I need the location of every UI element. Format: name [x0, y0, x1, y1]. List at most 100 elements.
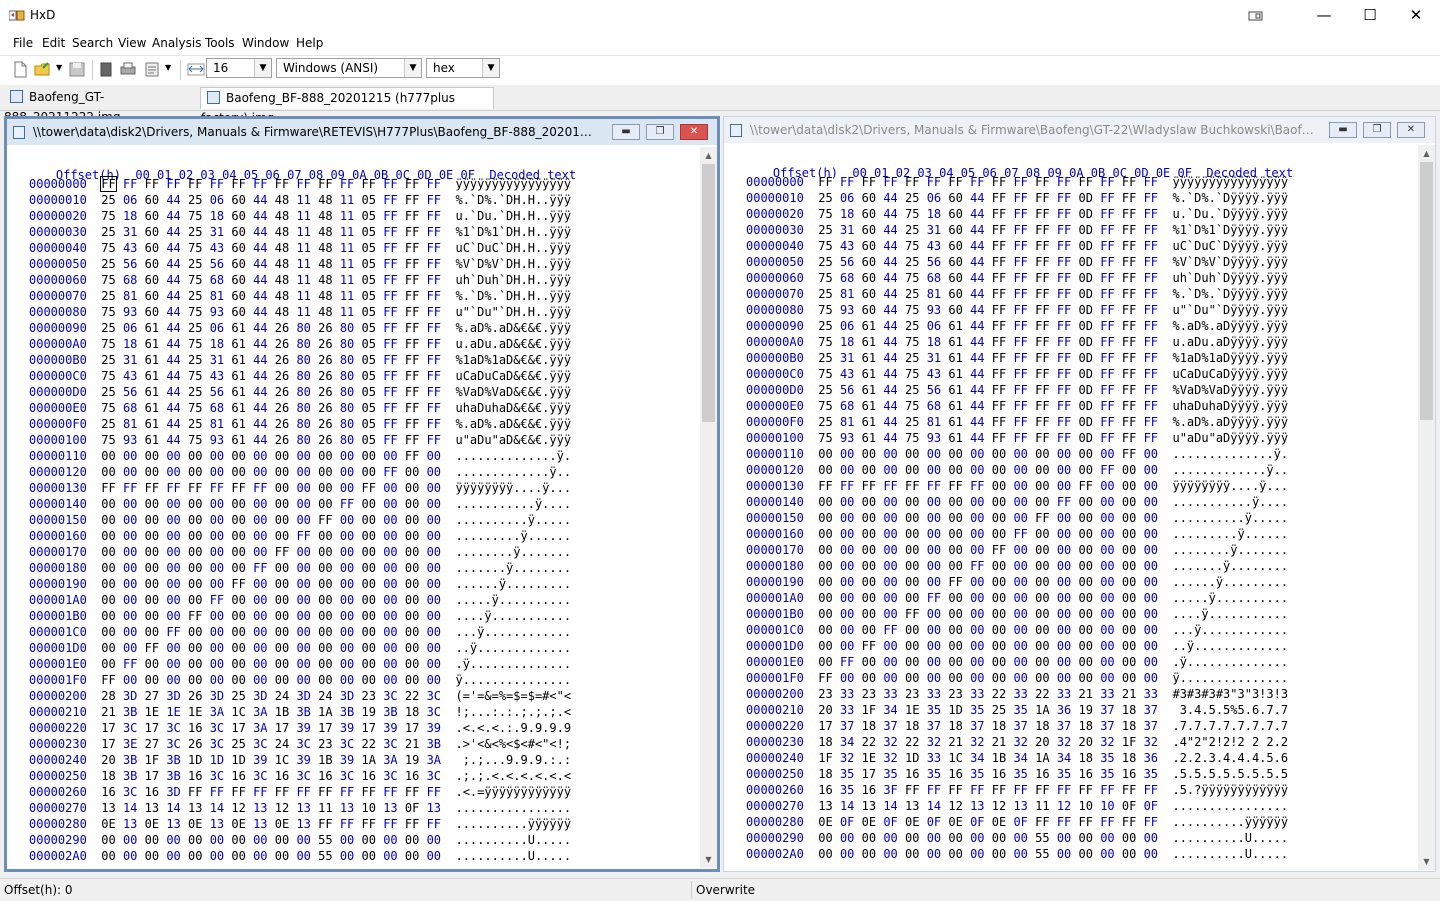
decoded-text[interactable]: .;.;.<.<.<.<.<.<: [455, 769, 571, 783]
hex-row[interactable]: 00000050 25 56 60 44 25 56 60 44 48 11 4…: [29, 256, 571, 272]
hex-byte[interactable]: 00: [166, 609, 180, 623]
hex-byte[interactable]: 93: [210, 305, 224, 319]
decoded-text[interactable]: .<.<.<.:.9.9.9.9: [455, 721, 571, 735]
hex-byte[interactable]: FF: [1144, 335, 1158, 349]
hex-byte[interactable]: 25: [101, 225, 115, 239]
hex-byte[interactable]: FF: [296, 529, 310, 543]
hex-byte[interactable]: 75: [818, 239, 832, 253]
hex-byte[interactable]: 00: [253, 577, 267, 591]
hex-byte[interactable]: 00: [145, 449, 159, 463]
hex-byte[interactable]: FF: [362, 177, 376, 191]
hex-byte[interactable]: FF: [905, 607, 919, 621]
hex-byte[interactable]: 00: [296, 481, 310, 495]
hex-row[interactable]: 000001E0 00 FF 00 00 00 00 00 00 00 00 0…: [746, 654, 1288, 670]
hex-byte[interactable]: 16: [948, 767, 962, 781]
hex-byte[interactable]: 48: [275, 241, 289, 255]
decoded-text[interactable]: ..........ÿÿÿÿÿÿ: [1172, 815, 1288, 829]
hex-byte[interactable]: 81: [123, 417, 137, 431]
decoded-text[interactable]: ................: [455, 801, 571, 815]
hex-byte[interactable]: 00: [427, 545, 441, 559]
hex-byte[interactable]: 00: [1144, 495, 1158, 509]
hex-byte[interactable]: 00: [862, 447, 876, 461]
hex-byte[interactable]: 00: [166, 465, 180, 479]
hex-byte[interactable]: 35: [1013, 703, 1027, 717]
hex-byte[interactable]: 00: [1144, 655, 1158, 669]
hex-byte[interactable]: FF: [992, 367, 1006, 381]
hex-byte[interactable]: 75: [188, 305, 202, 319]
hex-rows[interactable]: 00000000 FF FF FF FF FF FF FF FF FF FF F…: [29, 176, 571, 864]
decoded-text[interactable]: .....ÿ..........: [1172, 591, 1288, 605]
hex-byte[interactable]: 00: [340, 449, 354, 463]
hex-byte[interactable]: FF: [296, 177, 310, 191]
hex-byte[interactable]: 00: [1079, 623, 1093, 637]
hex-byte[interactable]: FF: [970, 559, 984, 573]
hex-byte[interactable]: 16: [101, 785, 115, 799]
hex-byte[interactable]: 00: [1035, 543, 1049, 557]
hex-byte[interactable]: 44: [970, 383, 984, 397]
hex-row[interactable]: 000001B0 00 00 00 00 FF 00 00 00 00 00 0…: [746, 606, 1288, 622]
hex-byte[interactable]: 00: [145, 593, 159, 607]
hex-byte[interactable]: FF: [340, 817, 354, 831]
hex-byte[interactable]: 48: [275, 209, 289, 223]
hex-byte[interactable]: FF: [1100, 303, 1114, 317]
hex-byte[interactable]: 75: [188, 273, 202, 287]
hex-byte[interactable]: 33: [1144, 687, 1158, 701]
hex-byte[interactable]: 00: [905, 671, 919, 685]
hex-byte[interactable]: 35: [927, 703, 941, 717]
hex-byte[interactable]: 44: [166, 289, 180, 303]
hex-byte[interactable]: 35: [1057, 767, 1071, 781]
hex-byte[interactable]: 00: [405, 561, 419, 575]
hex-byte[interactable]: 17: [101, 737, 115, 751]
hex-byte[interactable]: 61: [145, 417, 159, 431]
hex-byte[interactable]: 00: [340, 849, 354, 863]
hex-byte[interactable]: 00: [818, 447, 832, 461]
hex-byte[interactable]: 00: [188, 545, 202, 559]
hex-byte[interactable]: FF: [992, 175, 1006, 189]
hex-byte[interactable]: 00: [405, 545, 419, 559]
hex-byte[interactable]: 00: [123, 593, 137, 607]
pane-restore-button[interactable]: ❐: [646, 124, 674, 140]
hex-byte[interactable]: 44: [166, 337, 180, 351]
hex-byte[interactable]: 3D: [210, 689, 224, 703]
hex-byte[interactable]: 00: [188, 529, 202, 543]
hex-byte[interactable]: 33: [840, 687, 854, 701]
hex-byte[interactable]: FF: [1100, 175, 1114, 189]
hex-row[interactable]: 00000150 00 00 00 00 00 00 00 00 00 00 F…: [746, 510, 1288, 526]
hex-byte[interactable]: FF: [1057, 175, 1071, 189]
hex-byte[interactable]: 00: [1035, 559, 1049, 573]
hex-byte[interactable]: 44: [253, 257, 267, 271]
hex-byte[interactable]: 00: [145, 577, 159, 591]
hex-byte[interactable]: 3C: [253, 737, 267, 751]
hex-byte[interactable]: 44: [970, 287, 984, 301]
hex-byte[interactable]: 25: [188, 353, 202, 367]
pane-minimize-button[interactable]: ▬: [612, 124, 640, 140]
hex-byte[interactable]: 23: [318, 737, 332, 751]
hex-byte[interactable]: 44: [883, 287, 897, 301]
hex-byte[interactable]: FF: [383, 305, 397, 319]
hex-byte[interactable]: 00: [1013, 543, 1027, 557]
hex-byte[interactable]: 0D: [1079, 223, 1093, 237]
hex-byte[interactable]: 20: [818, 703, 832, 717]
hex-byte[interactable]: FF: [1057, 255, 1071, 269]
decoded-text[interactable]: u.aDu.aDÿÿÿÿ.ÿÿÿ: [1172, 335, 1288, 349]
hex-byte[interactable]: 00: [840, 511, 854, 525]
hex-byte[interactable]: 00: [318, 657, 332, 671]
hex-byte[interactable]: 00: [253, 833, 267, 847]
hex-byte[interactable]: 00: [883, 543, 897, 557]
hex-byte[interactable]: 61: [948, 367, 962, 381]
hex-byte[interactable]: 00: [905, 543, 919, 557]
hex-byte[interactable]: 68: [123, 273, 137, 287]
hex-byte[interactable]: 61: [948, 383, 962, 397]
hex-byte[interactable]: FF: [992, 191, 1006, 205]
hex-byte[interactable]: 43: [840, 367, 854, 381]
hex-byte[interactable]: 60: [862, 223, 876, 237]
hex-byte[interactable]: FF: [383, 401, 397, 415]
hex-byte[interactable]: 00: [1057, 655, 1071, 669]
hex-byte[interactable]: 00: [318, 481, 332, 495]
hex-byte[interactable]: FF: [1035, 319, 1049, 333]
decoded-text[interactable]: .<.=ÿÿÿÿÿÿÿÿÿÿÿÿ: [455, 785, 571, 799]
hex-byte[interactable]: 00: [275, 657, 289, 671]
hex-byte[interactable]: FF: [1100, 463, 1114, 477]
hex-byte[interactable]: 21: [948, 735, 962, 749]
hex-byte[interactable]: FF: [318, 785, 332, 799]
